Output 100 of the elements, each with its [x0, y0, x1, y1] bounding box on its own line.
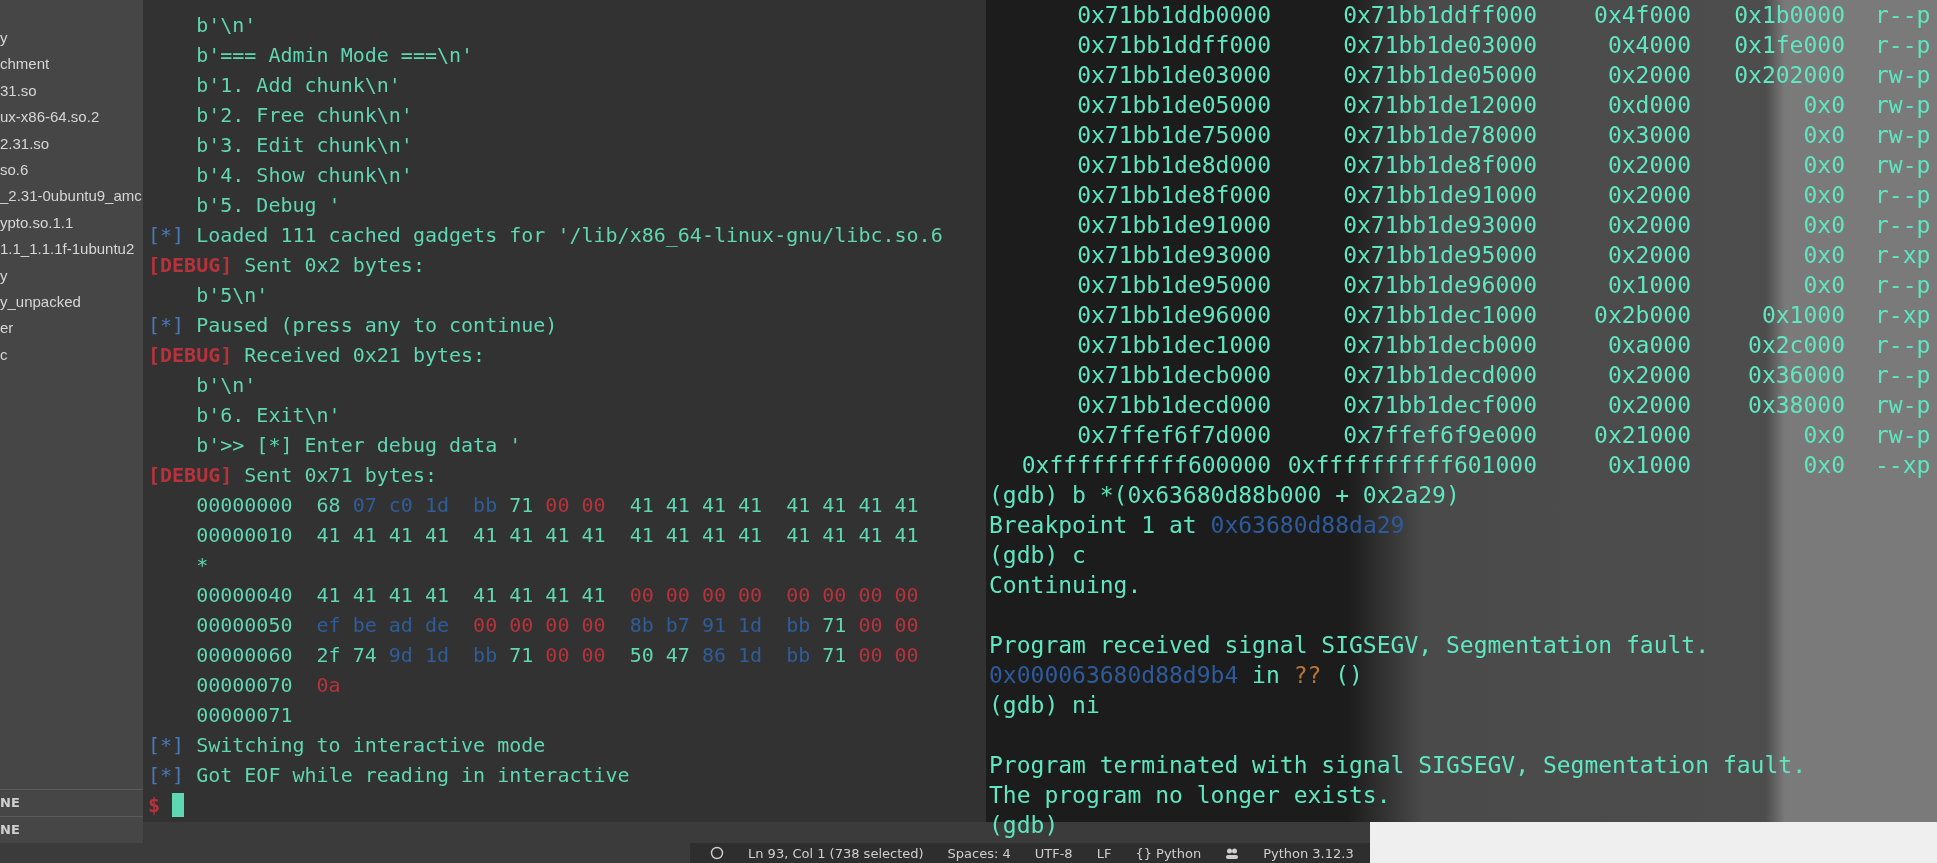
hex-byte: 00	[473, 612, 498, 639]
hex-byte: 41	[738, 492, 763, 519]
map-start-address: 0x71bb1de75000	[1077, 121, 1271, 150]
hex-byte: 00	[581, 642, 606, 669]
hex-byte: 00	[858, 582, 883, 609]
hex-byte: 71	[822, 612, 847, 639]
map-permissions: rw-p	[1874, 391, 1931, 420]
terminal-line: b'1. Add chunk\n'	[196, 72, 401, 99]
unknown-symbol-text: ??	[1293, 661, 1322, 690]
status-item[interactable]: {} Python	[1135, 845, 1202, 861]
status-item[interactable]: UTF-8	[1034, 845, 1073, 861]
people-icon[interactable]	[1225, 846, 1240, 860]
hex-byte: 41	[822, 522, 847, 549]
map-start-address: 0x7ffef6f7d000	[1077, 421, 1271, 450]
hex-byte: 68	[316, 492, 341, 519]
hex-offset: 00000040	[196, 582, 293, 609]
terminal-line: b'\n'	[196, 12, 257, 39]
hex-byte: 86	[701, 642, 726, 669]
map-offset: 0x0	[1803, 271, 1845, 300]
file-item[interactable]: 2.31.so	[0, 130, 50, 157]
file-item[interactable]: 1.1_1.1.1f-1ubuntu2	[0, 236, 135, 263]
file-item[interactable]: ux-x86-64.so.2	[0, 104, 100, 131]
hex-byte: bb	[473, 642, 498, 669]
file-item[interactable]: chment	[0, 51, 50, 78]
hex-byte: 41	[701, 522, 726, 549]
file-item[interactable]: y	[0, 25, 8, 52]
status-item[interactable]: Ln 93, Col 1 (738 selected)	[748, 845, 924, 861]
log-tag: [*]	[148, 310, 185, 340]
file-item[interactable]: er	[0, 315, 14, 342]
log-tag: [DEBUG]	[148, 340, 233, 370]
map-size: 0x2000	[1607, 241, 1691, 270]
map-start-address: 0x71bb1decb000	[1077, 361, 1271, 390]
circle-icon[interactable]	[710, 846, 724, 860]
map-size: 0x2000	[1607, 151, 1691, 180]
file-item[interactable]: 31.so	[0, 77, 37, 105]
hex-byte: bb	[786, 642, 811, 669]
file-item[interactable]: ypto.so.1.1	[0, 209, 74, 237]
map-end-address: 0x71bb1ddff000	[1343, 1, 1537, 30]
map-size: 0x3000	[1607, 121, 1691, 150]
map-start-address: 0x71bb1ddff000	[1077, 31, 1271, 60]
hex-byte: 74	[352, 642, 377, 669]
map-permissions: r--p	[1874, 1, 1931, 30]
map-size: 0x1000	[1607, 271, 1691, 300]
hex-byte: 41	[581, 582, 606, 609]
map-end-address: 0x71bb1de12000	[1343, 91, 1537, 120]
map-start-address: 0x71bb1de93000	[1077, 241, 1271, 270]
hex-byte: 00	[894, 582, 919, 609]
map-offset: 0x1b0000	[1734, 1, 1845, 30]
hex-byte: 1d	[738, 612, 763, 639]
map-end-address: 0x71bb1de93000	[1343, 211, 1537, 240]
map-end-address: 0x71bb1decd000	[1343, 361, 1537, 390]
terminal-line: (gdb)	[989, 811, 1059, 840]
hex-byte: 41	[629, 522, 654, 549]
terminal-line: (gdb) b *(0x63680d88b000 + 0x2a29)	[989, 481, 1460, 510]
hex-byte: 00	[786, 582, 811, 609]
map-start-address: 0x71bb1de8d000	[1077, 151, 1271, 180]
terminal-line: b'3. Edit chunk\n'	[196, 132, 413, 159]
hex-byte: c0	[388, 492, 413, 519]
map-size: 0x2000	[1607, 181, 1691, 210]
hex-offset: 00000050	[196, 612, 293, 639]
map-end-address: 0x71bb1de91000	[1343, 181, 1537, 210]
file-item[interactable]: y	[0, 262, 8, 289]
hex-byte: 41	[388, 522, 413, 549]
status-item[interactable]: LF	[1096, 845, 1112, 861]
map-start-address: 0x71bb1de91000	[1077, 211, 1271, 240]
file-item[interactable]: _2.31-0ubuntu9_amc	[0, 183, 142, 210]
map-offset: 0x38000	[1748, 391, 1845, 420]
map-start-address: 0xffffffffff600000	[1021, 451, 1271, 480]
map-size: 0x2000	[1607, 361, 1691, 390]
terminal-line: Sent 0x71 bytes:	[244, 462, 437, 489]
hex-byte: 41	[388, 582, 413, 609]
text-cursor	[172, 793, 185, 817]
map-permissions: r--p	[1874, 211, 1931, 240]
map-end-address: 0x71bb1decf000	[1343, 391, 1537, 420]
status-item[interactable]: Spaces: 4	[947, 845, 1011, 861]
file-item[interactable]: so.6	[0, 156, 29, 184]
map-offset: 0x0	[1803, 151, 1845, 180]
map-permissions: r--p	[1874, 361, 1931, 390]
map-start-address: 0x71bb1de8f000	[1077, 181, 1271, 210]
hex-byte: 41	[424, 522, 450, 549]
file-item[interactable]: y_unpacked	[0, 288, 81, 316]
status-item[interactable]: Python 3.12.3	[1263, 845, 1354, 861]
map-start-address: 0x71bb1de03000	[1077, 61, 1271, 90]
section-header[interactable]: NE	[0, 816, 143, 843]
map-start-address: 0x71bb1decd000	[1077, 391, 1271, 420]
terminal-line: b'\n'	[196, 372, 257, 399]
map-offset: 0x0	[1803, 121, 1845, 150]
hex-byte: 41	[786, 522, 811, 549]
hex-byte: 41	[424, 582, 450, 609]
map-end-address: 0x71bb1de78000	[1343, 121, 1537, 150]
terminal-line: 00000071	[196, 702, 293, 729]
hex-byte: ef	[316, 612, 341, 639]
hex-byte: 71	[509, 492, 534, 519]
map-offset: 0x2c000	[1748, 331, 1845, 360]
hex-byte: 07	[352, 492, 377, 519]
hex-byte: 41	[894, 492, 919, 519]
file-item[interactable]: c	[0, 341, 8, 369]
map-end-address: 0x7ffef6f9e000	[1343, 421, 1537, 450]
hex-byte: 41	[509, 522, 534, 549]
hex-byte: 50	[629, 642, 654, 669]
